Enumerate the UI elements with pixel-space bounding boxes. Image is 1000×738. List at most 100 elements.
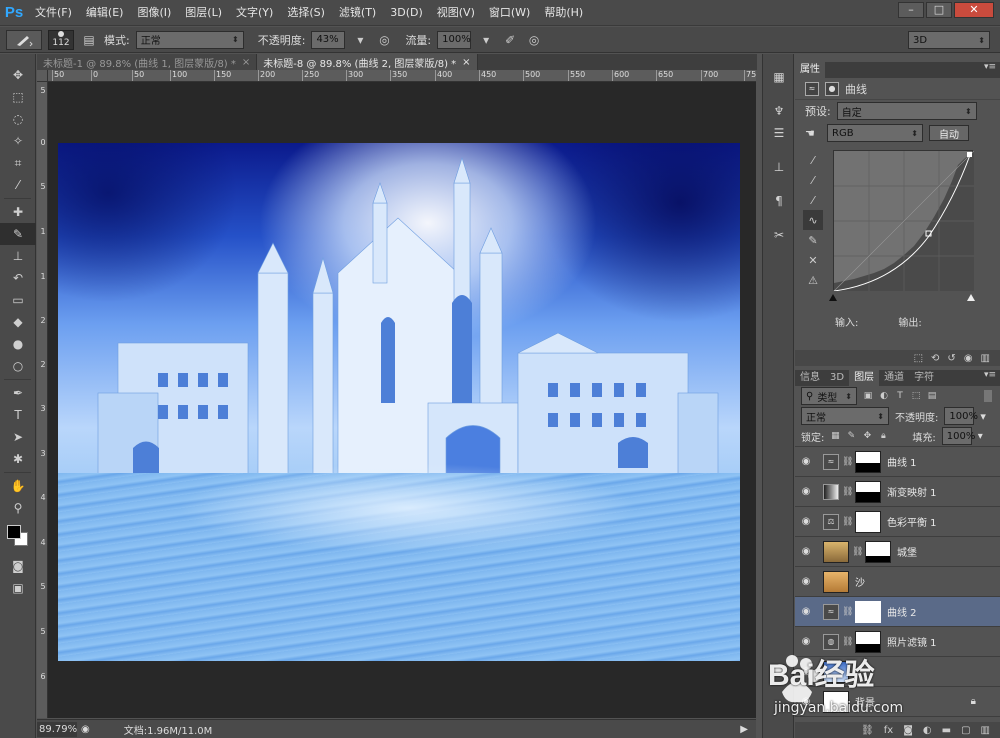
pressure-opacity-icon[interactable]: ◎ [375, 31, 393, 49]
eye-icon[interactable]: ◉ [795, 546, 817, 557]
eye-icon[interactable]: ◉ [795, 516, 817, 527]
eye-icon[interactable]: ◉ [795, 456, 817, 467]
black-point-eyedropper-icon[interactable]: ⁄ [803, 150, 823, 170]
foreground-color-swatch[interactable] [7, 525, 21, 539]
layer-row[interactable]: ◉ ⚖ ⛓︎ 色彩平衡 1 [795, 507, 1000, 537]
mode-dropdown[interactable]: 正常 ⬍ [135, 30, 244, 49]
panel-menu-icon[interactable]: ▾≡ [984, 62, 996, 72]
lock-pixels-icon[interactable]: ✎ [846, 431, 856, 441]
screen-mode-icon[interactable]: ▣ [0, 577, 36, 599]
hand-adjust-icon[interactable]: ☚ [805, 127, 821, 140]
tab-channels[interactable]: 通道 [879, 370, 909, 386]
filter-smart-object-icon[interactable]: ▤ [927, 391, 937, 401]
brush-tool-icon[interactable]: ✎ [0, 223, 36, 245]
layer-kind-dropdown[interactable]: ⚲ 类型 ⬍ [801, 387, 857, 405]
preset-dropdown[interactable]: 自定 ⬍ [836, 102, 977, 120]
blur-tool-icon[interactable]: ● [0, 333, 36, 355]
link-icon[interactable]: ⛓︎ [842, 457, 853, 467]
link-icon[interactable]: ⛓︎ [842, 487, 853, 497]
brush-panel-toggle-icon[interactable]: ▤ [80, 31, 98, 49]
magic-wand-tool-icon[interactable]: ✧ [0, 130, 36, 152]
status-menu-icon[interactable]: ◉ [81, 724, 90, 735]
eraser-tool-icon[interactable]: ▭ [0, 289, 36, 311]
pressure-size-icon[interactable]: ◎ [525, 31, 543, 49]
lasso-tool-icon[interactable]: ◌ [0, 108, 36, 130]
eye-icon[interactable]: ◉ [795, 666, 817, 677]
layer-mask-thumbnail[interactable] [855, 630, 881, 653]
shape-tool-icon[interactable]: ✱ [0, 448, 36, 470]
panel-menu-icon[interactable]: ▾≡ [984, 370, 996, 380]
airbrush-icon[interactable]: ✐ [501, 31, 519, 49]
paint-bucket-tool-icon[interactable]: ◆ [0, 311, 36, 333]
eye-icon[interactable]: ◉ [795, 576, 817, 587]
flow-field[interactable]: 100% [437, 30, 472, 49]
filter-pixel-icon[interactable]: ▣ [863, 391, 873, 401]
previous-state-icon[interactable]: ⟲ [931, 353, 939, 364]
dodge-tool-icon[interactable]: ○ [0, 355, 36, 377]
document-canvas[interactable] [58, 143, 740, 661]
healing-brush-tool-icon[interactable]: ✚ [0, 201, 36, 223]
link-icon[interactable]: ⛓︎ [852, 547, 863, 557]
horizontal-ruler[interactable]: 50 0 50 100 150 200 250 300 350 400 450 … [48, 70, 756, 82]
layer-mask-thumbnail[interactable] [855, 450, 881, 473]
menu-window[interactable]: 窗口(W) [482, 0, 537, 26]
ruler-origin[interactable] [37, 70, 48, 82]
marquee-tool-icon[interactable]: ⬚ [0, 86, 36, 108]
doc-tab-8[interactable]: 未标题-8 @ 89.8% (曲线 2, 图层蒙版/8) * × [257, 54, 478, 70]
reset-icon[interactable]: ↺ [947, 353, 955, 364]
layer-opacity-field[interactable]: 100% [944, 407, 978, 425]
brush-presets-panel-icon[interactable]: ♆ [763, 100, 795, 122]
flow-dropdown-icon[interactable]: ▾ [477, 31, 495, 49]
add-mask-icon[interactable]: ◙ [903, 725, 913, 736]
clone-stamp-tool-icon[interactable]: ⊥ [0, 245, 36, 267]
clip-to-layer-icon[interactable]: ⬚ [914, 353, 923, 364]
link-layers-icon[interactable]: ⛓︎ [861, 725, 874, 736]
eye-icon[interactable]: ◉ [795, 696, 817, 707]
delete-icon[interactable]: ▥ [981, 353, 990, 364]
filter-shape-icon[interactable]: ⬚ [911, 391, 921, 401]
link-icon[interactable]: ⛓︎ [842, 517, 853, 527]
color-swatches[interactable] [0, 519, 36, 555]
new-group-icon[interactable]: ▬ [942, 725, 951, 736]
layer-row[interactable]: ◉ ◍ ⛓︎ 照片滤镜 1 [795, 627, 1000, 657]
link-icon[interactable]: ⛓︎ [842, 637, 853, 647]
layer-row-selected[interactable]: ◉ ≈ ⛓︎ 曲线 2 [795, 597, 1000, 627]
canvas-workspace[interactable] [48, 82, 756, 718]
tab-properties[interactable]: 属性 [795, 62, 825, 78]
move-tool-icon[interactable]: ✥ [0, 64, 36, 86]
blend-mode-dropdown[interactable]: 正常 ⬍ [801, 407, 889, 425]
dock-grip[interactable] [763, 54, 793, 62]
crop-tool-icon[interactable]: ⌗ [0, 152, 36, 174]
history-panel-icon[interactable]: ▦ [763, 66, 795, 88]
menu-select[interactable]: 选择(S) [280, 0, 332, 26]
curve-graph[interactable] [833, 150, 975, 292]
auto-button[interactable]: 自动 [929, 125, 969, 141]
maximize-button[interactable]: □ [926, 2, 952, 18]
menu-3d[interactable]: 3D(D) [383, 0, 430, 26]
close-icon[interactable]: × [462, 57, 470, 68]
eye-icon[interactable]: ◉ [795, 636, 817, 647]
quick-mask-icon[interactable]: ◙ [0, 555, 36, 577]
paragraph-panel-icon[interactable]: ¶ [763, 190, 795, 212]
new-adjustment-icon[interactable]: ◐ [923, 725, 932, 736]
layer-mask-thumbnail[interactable] [855, 480, 881, 503]
status-arrow-icon[interactable]: ▶ [740, 724, 748, 735]
zoom-field[interactable]: 89.79% [37, 721, 77, 737]
fill-field[interactable]: 100% [941, 427, 975, 445]
layer-opacity-dropdown-icon[interactable]: ▾ [980, 410, 986, 423]
eyedropper-tool-icon[interactable]: ⁄ [0, 174, 36, 196]
tab-3d[interactable]: 3D [825, 370, 849, 386]
workspace-dropdown[interactable]: 3D ⬍ [908, 31, 990, 49]
filter-toggle-icon[interactable] [984, 390, 992, 402]
menu-edit[interactable]: 编辑(E) [79, 0, 131, 26]
lock-transparency-icon[interactable]: ▦ [830, 431, 840, 441]
menu-view[interactable]: 视图(V) [430, 0, 482, 26]
channel-dropdown[interactable]: RGB ⬍ [827, 124, 923, 142]
vertical-ruler[interactable]: 5 0 5 1 1 2 2 3 3 4 4 5 5 6 [37, 82, 48, 718]
eye-icon[interactable]: ◉ [795, 606, 817, 617]
actions-panel-icon[interactable]: ⊥ [763, 156, 795, 178]
history-brush-tool-icon[interactable]: ↶ [0, 267, 36, 289]
smooth-curve-icon[interactable]: ✕ [803, 250, 823, 270]
close-icon[interactable]: × [242, 57, 250, 68]
menu-type[interactable]: 文字(Y) [229, 0, 280, 26]
